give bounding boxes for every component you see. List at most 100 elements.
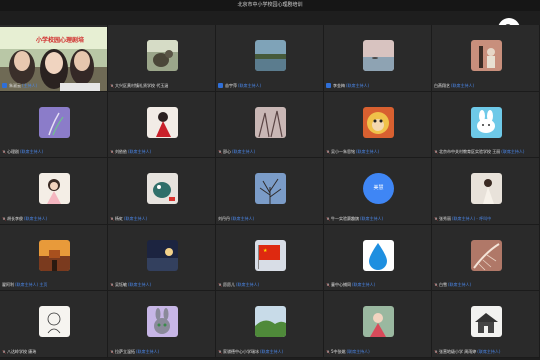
participant-label: 5中张姚(联席主持人) <box>326 349 370 354</box>
host-badge-icon <box>218 82 223 88</box>
participant-tile[interactable]: 白燕翔艺(联席主持人) <box>432 25 540 92</box>
participant-tile[interactable]: 苗宇萍(联席主持人) <box>216 25 324 92</box>
participant-tile[interactable]: ★ 愿愿儿(联席主持人) <box>216 224 324 292</box>
mic-muted-icon <box>434 150 438 154</box>
mic-muted-icon <box>110 283 114 288</box>
participant-tile[interactable]: 李金梅(联席主持人) <box>324 25 432 92</box>
participant-name: 心理剧 <box>7 149 19 155</box>
participant-name: 吴小一朱思铭 <box>331 149 355 155</box>
participant-label: 白燕翔艺(联席主持人) <box>434 83 474 88</box>
participant-name: 苗宇萍 <box>225 82 237 88</box>
avatar <box>255 40 286 71</box>
participant-tile[interactable]: 杨虹(联席主持人) <box>108 158 216 225</box>
mic-muted-icon <box>326 283 330 288</box>
participant-name: 李金梅 <box>333 82 345 88</box>
participant-label: 童中心捕同(联席主持人) <box>326 282 375 287</box>
avatar-initial-circle: 美慧 <box>363 173 394 205</box>
participant-name: 张营地级小学 周雨婷 <box>439 348 477 354</box>
participant-tile[interactable]: 美慧牛一实验赛趣旗(联席主持人) <box>324 158 432 225</box>
participant-role: (联席主持人) <box>124 215 148 221</box>
svg-text:★: ★ <box>263 248 268 254</box>
participant-grid: 小学校园心理剧培 朱淑云(主持人) 大兴区黄村镇礼贤学校 代玉涵 苗宇萍(联席主持人)… <box>0 25 540 358</box>
video-caption: 小学校园心理剧培 <box>36 37 85 44</box>
avatar <box>471 173 502 205</box>
mic-muted-icon <box>110 83 114 88</box>
participant-role: (联席主持人) <box>260 348 284 354</box>
participant-label: 刘丹丹(联席主持人) <box>218 216 254 221</box>
participant-tile[interactable]: 童中心捕同(联席主持人) <box>324 224 432 292</box>
participant-role: (联席主持人) <box>356 149 380 155</box>
participant-name: 刘依依 <box>115 149 127 155</box>
participant-name: 拉萨立温拓 <box>115 348 135 354</box>
avatar: ★ <box>255 239 286 271</box>
participant-role: (联席主持人) - 呼叫中 <box>452 215 492 221</box>
mic-muted-icon <box>218 150 222 154</box>
participant-tile[interactable]: 白雪(联席主持人) <box>432 224 540 292</box>
avatar <box>363 306 394 338</box>
participant-tile[interactable]: 吴小一朱思铭(联席主持人) <box>324 91 432 159</box>
participant-tile[interactable]: 张秀丽(联席主持人) - 呼叫中 <box>432 158 540 225</box>
participant-label: 胡长李俊(联席主持人) <box>2 216 47 221</box>
avatar <box>147 40 178 71</box>
mic-muted-icon <box>434 283 438 288</box>
participant-tile[interactable]: 心理剧(联席主持人) <box>0 91 108 159</box>
participant-label: 吴钰敏(联席主持人) <box>110 282 151 287</box>
avatar <box>255 106 286 138</box>
participant-label: 张营地级小学 周雨婷(联席主持人) <box>434 349 500 354</box>
participant-name: 愿愿儿 <box>223 282 235 288</box>
mic-muted-icon <box>218 350 222 354</box>
avatar <box>39 173 70 205</box>
participant-tile[interactable]: 张营地级小学 周雨婷(联席主持人) <box>432 291 540 358</box>
participant-name: 杨虹 <box>115 215 123 221</box>
participant-tile[interactable]: 刘丹丹(联席主持人) <box>216 158 324 225</box>
mic-muted-icon <box>434 350 438 354</box>
participant-role: (联席主持人) 主页 <box>15 282 48 288</box>
participant-label: 拉萨立温拓(联席主持人) <box>110 349 159 354</box>
participant-role: (联席主持人) <box>136 348 160 354</box>
participant-label: 愿愿儿(联席主持人) <box>218 282 259 287</box>
avatar <box>255 306 286 338</box>
participant-tile[interactable]: 吴钰敏(联席主持人) <box>108 224 216 292</box>
participant-tile[interactable]: 翟阿利(联席主持人) 主页 <box>0 224 108 292</box>
participant-role: (联席主持人) <box>24 215 48 221</box>
participant-tile[interactable]: 邵心(联席主持人) <box>216 91 324 159</box>
mic-muted-icon <box>2 150 6 154</box>
participant-tile[interactable]: 5中张姚(联席主持人) <box>324 291 432 358</box>
participant-label: 心理剧(联席主持人) <box>2 149 43 154</box>
participant-role: (联席主持人) <box>128 282 152 288</box>
participant-name: 胡长李俊 <box>7 215 23 221</box>
mic-muted-icon <box>110 217 114 221</box>
participant-name: 白雪 <box>439 282 447 288</box>
participant-tile[interactable]: 八达岭学校 康玮 <box>0 291 108 358</box>
participant-tile[interactable]: 刘依依(联席主持人) <box>108 91 216 159</box>
participant-role: (联席主持人) <box>346 82 370 88</box>
participant-tile[interactable]: 拉萨立温拓(联席主持人) <box>108 291 216 358</box>
participant-label: 朱淑云(主持人) <box>2 82 37 88</box>
avatar <box>471 306 502 338</box>
participant-name: 翟阿利 <box>2 282 14 288</box>
mic-muted-icon <box>110 350 114 354</box>
participant-name: 刘丹丹 <box>218 215 230 221</box>
participant-role: (联席主持人) <box>232 149 256 155</box>
participant-tile[interactable]: 家骐德中心小学瑞冰(联席主持人) <box>216 291 324 358</box>
participant-label: 牛一实验赛趣旗(联席主持人) <box>326 216 383 221</box>
window-title: 北京市中小学校园心理剧培训 <box>0 0 540 11</box>
participant-name: 牛一实验赛趣旗 <box>331 215 359 221</box>
participant-tile[interactable]: 小学校园心理剧培朱淑云(主持人) <box>0 25 108 92</box>
mic-muted-icon <box>434 217 438 221</box>
mic-muted-icon <box>2 217 6 221</box>
participant-name: 家骐德中心小学瑞冰 <box>223 348 259 354</box>
participant-label: 苗宇萍(联席主持人) <box>218 82 261 88</box>
participant-role: (联席主持人) <box>477 348 501 354</box>
participant-label: 家骐德中心小学瑞冰(联席主持人) <box>218 349 283 354</box>
participant-tile[interactable]: 大兴区黄村镇礼贤学校 代玉涵 <box>108 25 216 92</box>
participant-tile[interactable]: 北京市中关村教育区实验学校 王丽(联席主持人) <box>432 91 540 159</box>
mic-muted-icon <box>2 350 6 354</box>
participant-name: 邵心 <box>223 149 231 155</box>
mic-muted-icon <box>110 150 114 154</box>
avatar <box>471 239 502 271</box>
participant-name: 八达岭学校 康玮 <box>7 348 37 354</box>
participant-tile[interactable]: 胡长李俊(联席主持人) <box>0 158 108 225</box>
participant-name: 白燕翔艺 <box>434 82 450 88</box>
participant-role: (联席主持人) <box>20 149 44 155</box>
